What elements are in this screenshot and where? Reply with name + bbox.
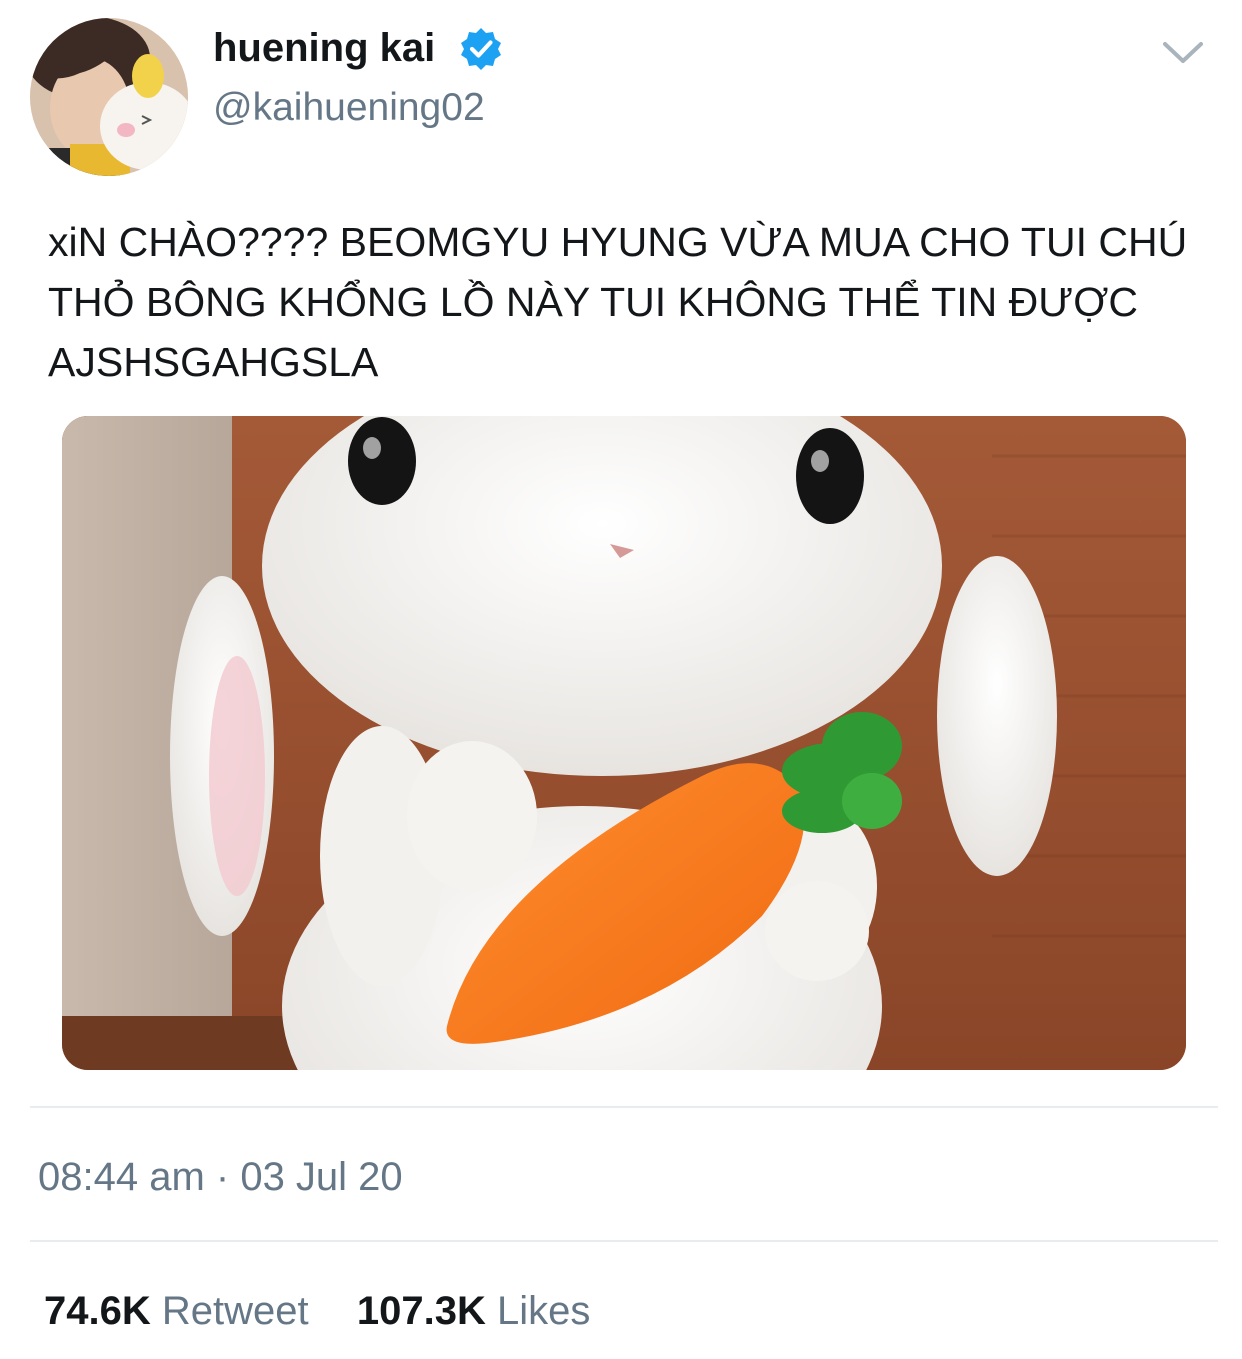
likes-stat[interactable]: 107.3K Likes	[346, 1289, 591, 1333]
user-handle[interactable]: @kaihuening02	[213, 84, 485, 132]
likes-label: Likes	[496, 1289, 591, 1333]
divider	[30, 1106, 1218, 1108]
tweet-media-image[interactable]	[62, 416, 1186, 1070]
tweet-timestamp[interactable]: 08:44 am · 03 Jul 20	[38, 1152, 403, 1202]
avatar-image	[30, 18, 188, 176]
tweet-stats: 74.6K Retweet 107.3K Likes	[44, 1286, 590, 1336]
tweet-header: huening kai @kaihuening02	[0, 0, 1242, 190]
divider	[30, 1240, 1218, 1242]
retweet-label: Retweet	[161, 1289, 309, 1333]
photo-plush-bunny-with-carrot	[62, 416, 1186, 1070]
likes-count: 107.3K	[356, 1289, 486, 1333]
verified-badge-icon	[461, 28, 501, 70]
profile-avatar[interactable]	[30, 18, 188, 176]
chevron-down-icon[interactable]	[1160, 36, 1206, 68]
retweet-count: 74.6K	[44, 1289, 151, 1333]
retweet-stat[interactable]: 74.6K Retweet	[44, 1289, 320, 1333]
display-name[interactable]: huening kai	[213, 24, 435, 72]
tweet-text: xiN CHÀO???? BEOMGYU HYUNG VỪA MUA CHO T…	[48, 219, 1188, 385]
